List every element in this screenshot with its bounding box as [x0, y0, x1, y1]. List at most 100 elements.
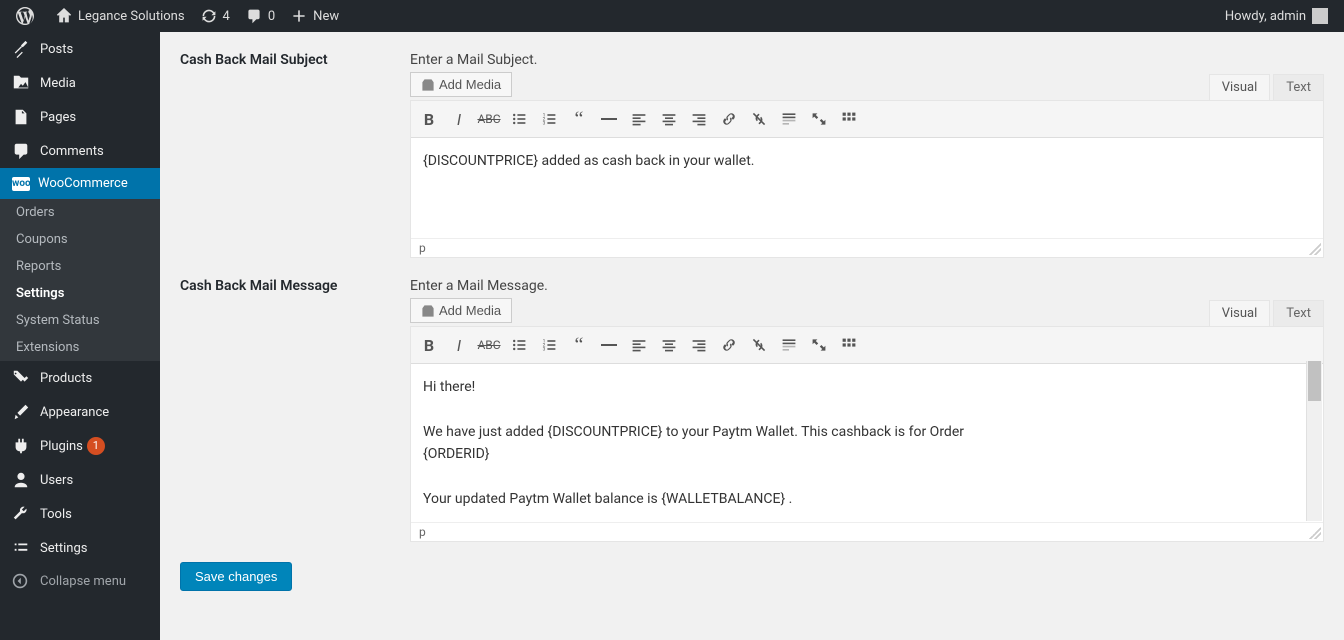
- menu-products[interactable]: Products: [0, 361, 160, 395]
- wrench-icon: [12, 505, 32, 523]
- comment-icon: [246, 8, 262, 24]
- menu-pages[interactable]: Pages: [0, 100, 160, 134]
- field-mail-message: Enter a Mail Message. Add Media Visual T…: [410, 278, 1324, 542]
- menu-users[interactable]: Users: [0, 463, 160, 497]
- strike-button[interactable]: ABC: [474, 104, 504, 134]
- align-right-button[interactable]: [684, 104, 714, 134]
- tab-visual[interactable]: Visual: [1209, 300, 1271, 326]
- quote-button[interactable]: “: [564, 104, 594, 134]
- submenu-settings[interactable]: Settings: [0, 280, 160, 307]
- bullet-list-button[interactable]: [504, 104, 534, 134]
- add-media-label: Add Media: [439, 303, 501, 318]
- menu-label: Media: [40, 76, 76, 91]
- unlink-button[interactable]: [744, 104, 774, 134]
- new-label: New: [313, 9, 339, 24]
- wp-logo[interactable]: [8, 0, 48, 32]
- more-button[interactable]: [774, 104, 804, 134]
- message-line3: {ORDERID}: [423, 446, 490, 462]
- bold-button[interactable]: B: [414, 104, 444, 134]
- save-changes-button[interactable]: Save changes: [180, 562, 292, 591]
- resize-handle[interactable]: [1309, 527, 1321, 539]
- align-left-button[interactable]: [624, 104, 654, 134]
- align-right-button[interactable]: [684, 330, 714, 360]
- collapse-menu[interactable]: Collapse menu: [0, 565, 160, 597]
- editor-tabs-subject: Visual Text: [1206, 74, 1324, 100]
- menu-settings[interactable]: Settings: [0, 531, 160, 565]
- plugins-badge: 1: [87, 437, 105, 455]
- new-content-link[interactable]: New: [283, 0, 347, 32]
- status-path: p: [419, 525, 426, 539]
- label-mail-subject: Cash Back Mail Subject: [180, 52, 410, 258]
- plugin-icon: [12, 437, 32, 455]
- resize-handle[interactable]: [1309, 243, 1321, 255]
- scrollbar[interactable]: [1306, 361, 1322, 521]
- menu-label: Tools: [40, 507, 72, 522]
- message-line1: Hi there!: [423, 376, 1303, 398]
- hr-button[interactable]: [594, 330, 624, 360]
- tab-visual[interactable]: Visual: [1209, 74, 1271, 100]
- woocommerce-icon: woo: [12, 177, 30, 191]
- submenu-orders[interactable]: Orders: [0, 199, 160, 226]
- row-mail-message: Cash Back Mail Message Enter a Mail Mess…: [160, 258, 1344, 542]
- submenu-reports[interactable]: Reports: [0, 253, 160, 280]
- more-button[interactable]: [774, 330, 804, 360]
- menu-label: Users: [40, 473, 73, 488]
- bullet-list-button[interactable]: [504, 330, 534, 360]
- user-icon: [12, 471, 32, 489]
- menu-posts[interactable]: Posts: [0, 32, 160, 66]
- account-link[interactable]: Howdy, admin: [1217, 0, 1336, 32]
- quote-button[interactable]: “: [564, 330, 594, 360]
- menu-comments[interactable]: Comments: [0, 134, 160, 168]
- updates-link[interactable]: 4: [193, 0, 238, 32]
- add-media-button[interactable]: Add Media: [410, 298, 512, 323]
- fullscreen-button[interactable]: [804, 104, 834, 134]
- site-name-text: Legance Solutions: [78, 9, 185, 24]
- link-button[interactable]: [714, 104, 744, 134]
- products-icon: [12, 369, 32, 387]
- italic-button[interactable]: I: [444, 330, 474, 360]
- menu-media[interactable]: Media: [0, 66, 160, 100]
- tab-text[interactable]: Text: [1273, 300, 1324, 326]
- field-mail-subject: Enter a Mail Subject. Add Media Visual T…: [410, 52, 1324, 258]
- save-row: Save changes: [160, 542, 1344, 611]
- site-name-link[interactable]: Legance Solutions: [48, 0, 193, 32]
- editor-content-subject[interactable]: {DISCOUNTPRICE} added as cash back in yo…: [411, 138, 1323, 238]
- tab-text[interactable]: Text: [1273, 74, 1324, 100]
- submenu-system-status[interactable]: System Status: [0, 307, 160, 334]
- menu-plugins[interactable]: Plugins 1: [0, 429, 160, 463]
- home-icon: [56, 8, 72, 24]
- comments-link[interactable]: 0: [238, 0, 283, 32]
- menu-appearance[interactable]: Appearance: [0, 395, 160, 429]
- align-center-button[interactable]: [654, 330, 684, 360]
- align-left-button[interactable]: [624, 330, 654, 360]
- editor-status-message: p: [411, 522, 1323, 541]
- fullscreen-button[interactable]: [804, 330, 834, 360]
- toolbar-toggle-button[interactable]: [834, 104, 864, 134]
- bold-button[interactable]: B: [414, 330, 444, 360]
- woocommerce-submenu: Orders Coupons Reports Settings System S…: [0, 199, 160, 361]
- submenu-extensions[interactable]: Extensions: [0, 334, 160, 361]
- hr-button[interactable]: [594, 104, 624, 134]
- menu-label: Settings: [40, 541, 87, 556]
- menu-label: Products: [40, 371, 92, 386]
- link-button[interactable]: [714, 330, 744, 360]
- editor-content-message[interactable]: Hi there! We have just added {DISCOUNTPR…: [411, 364, 1323, 522]
- toolbar-toggle-button[interactable]: [834, 330, 864, 360]
- italic-button[interactable]: I: [444, 104, 474, 134]
- menu-woocommerce[interactable]: wooWooCommerce: [0, 168, 160, 199]
- number-list-button[interactable]: 123: [534, 104, 564, 134]
- collapse-icon: [12, 573, 32, 589]
- align-center-button[interactable]: [654, 104, 684, 134]
- unlink-button[interactable]: [744, 330, 774, 360]
- add-media-button[interactable]: Add Media: [410, 72, 512, 97]
- menu-tools[interactable]: Tools: [0, 497, 160, 531]
- main-content: Cash Back Mail Subject Enter a Mail Subj…: [160, 32, 1344, 611]
- submenu-coupons[interactable]: Coupons: [0, 226, 160, 253]
- admin-bar-left: Legance Solutions 4 0 New: [8, 0, 347, 32]
- page-icon: [12, 108, 32, 126]
- scroll-thumb[interactable]: [1308, 361, 1321, 401]
- menu-label: Plugins: [40, 439, 83, 454]
- number-list-button[interactable]: 123: [534, 330, 564, 360]
- avatar: [1312, 8, 1328, 24]
- strike-button[interactable]: ABC: [474, 330, 504, 360]
